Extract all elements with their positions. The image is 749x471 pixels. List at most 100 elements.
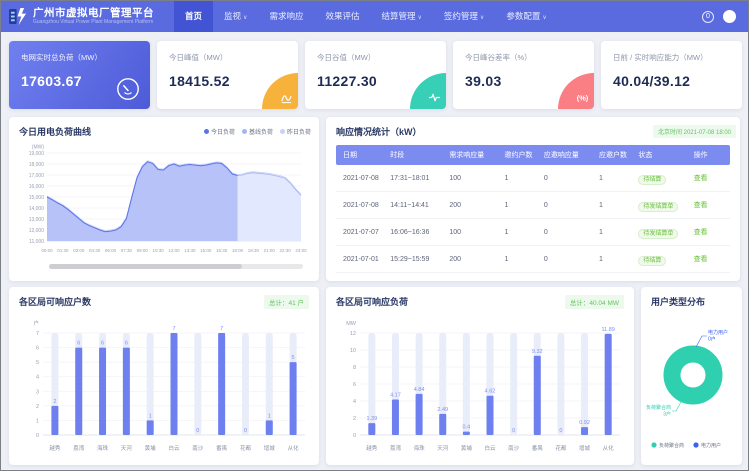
status-badge: 待结算: [638, 256, 666, 266]
svg-text:荔湾: 荔湾: [390, 444, 402, 452]
status-badge: 待结算: [638, 175, 666, 185]
notification-count-badge[interactable]: 0: [702, 11, 714, 23]
respondable-users-card: 各区局可响应户数 总计：41 户 01234567户2越秀6荔湾6海珠6天河1黄…: [9, 287, 319, 465]
table-cell: 15:29~15:59: [387, 246, 446, 273]
svg-text:越秀: 越秀: [49, 444, 61, 452]
kpi-label: 今日峰值（MW）: [169, 52, 286, 63]
svg-text:白云: 白云: [168, 444, 180, 452]
nav-item-settlement[interactable]: 结算管理∨: [370, 1, 432, 32]
kpi-row: 电网实时总负荷（MW） 17603.67 今日峰值（MW） 18415.52 今…: [9, 41, 742, 109]
respondable-load-chart: 024681012MW1.39越秀4.17荔湾4.84海珠2.49天河0.4黄埔…: [334, 317, 624, 459]
svg-text:天河: 天河: [121, 444, 133, 452]
svg-text:19:30: 19:30: [248, 248, 260, 253]
table-cell: 200: [446, 246, 501, 273]
svg-text:0户: 0户: [708, 336, 716, 343]
table-cell: 100: [446, 165, 501, 192]
svg-text:10:30: 10:30: [152, 248, 164, 253]
user-avatar[interactable]: [723, 10, 736, 23]
table-cell: 1: [596, 246, 635, 273]
svg-text:黄埔: 黄埔: [461, 444, 473, 452]
total-load-badge: 总计：40.04 MW: [565, 295, 624, 309]
svg-text:6: 6: [77, 341, 80, 347]
nav-item-demand-response[interactable]: 需求响应: [258, 1, 314, 32]
view-link[interactable]: 查看: [694, 229, 708, 236]
svg-text:天河: 天河: [437, 444, 449, 452]
table-cell: 0: [541, 219, 596, 246]
column-header: 时段: [387, 145, 446, 165]
svg-text:从化: 从化: [603, 444, 615, 452]
svg-text:海珠: 海珠: [414, 444, 426, 452]
svg-text:7: 7: [220, 326, 223, 332]
table-cell: 16:06~16:36: [387, 219, 446, 246]
svg-text:03:00: 03:00: [73, 248, 85, 253]
kpi-card-grid-realtime-load: 电网实时总负荷（MW） 17603.67: [9, 41, 150, 109]
column-header: 需求响应量: [446, 145, 501, 165]
svg-text:18:00: 18:00: [232, 248, 244, 253]
svg-text:负荷聚合商: 负荷聚合商: [646, 404, 671, 411]
table-cell: 14:11~14:41: [387, 192, 446, 219]
svg-text:5: 5: [292, 355, 295, 361]
svg-text:0: 0: [512, 428, 515, 434]
table-cell: 2021-07-08: [336, 165, 387, 192]
table-cell: 1: [596, 165, 635, 192]
kpi-card-response-capacity: 日前 / 实时响应能力（MW） 40.04/39.12: [601, 41, 742, 109]
svg-text:(MW): (MW): [32, 145, 45, 151]
svg-text:11,000: 11,000: [29, 239, 44, 245]
table-cell: 1: [501, 219, 540, 246]
table-row: 2021-07-0716:06~16:36100101待发结算单查看: [336, 219, 730, 246]
svg-text:24:00: 24:00: [295, 248, 307, 253]
column-header: 状态: [635, 145, 690, 165]
total-users-badge: 总计：41 户: [264, 295, 309, 309]
svg-text:9.32: 9.32: [532, 349, 543, 355]
app-title: 广州市虚拟电厂管理平台: [33, 8, 154, 19]
svg-text:4.84: 4.84: [414, 387, 425, 393]
legend-item[interactable]: 昨日负荷: [280, 127, 311, 136]
legend-item[interactable]: 今日负荷: [204, 127, 235, 136]
nav-item-home[interactable]: 首页: [174, 1, 213, 32]
svg-text:18,000: 18,000: [29, 162, 45, 168]
svg-text:从化: 从化: [288, 444, 300, 452]
response-stats-title: 响应情况统计（kW）: [336, 125, 422, 138]
chart-zoom-handle[interactable]: [49, 264, 242, 269]
legend-dot: [204, 129, 209, 134]
main-nav: 首页监视∨需求响应效果评估结算管理∨签约管理∨参数配置∨: [174, 1, 558, 32]
table-cell: 100: [446, 219, 501, 246]
nav-item-parameters[interactable]: 参数配置∨: [495, 1, 557, 32]
nav-item-contract[interactable]: 签约管理∨: [433, 1, 495, 32]
table-cell: 200: [446, 192, 501, 219]
kpi-card-today-valley: 今日谷值（MW） 11227.30: [305, 41, 446, 109]
view-link[interactable]: 查看: [694, 175, 708, 182]
svg-text:16,000: 16,000: [29, 184, 45, 190]
logo[interactable]: 广州市虚拟电厂管理平台 Guangzhou Virtual Power Plan…: [1, 8, 162, 25]
svg-text:1: 1: [149, 413, 152, 419]
status-badge: 待发结算单: [638, 229, 678, 239]
svg-text:电力用户: 电力用户: [708, 329, 728, 336]
svg-text:6: 6: [101, 341, 104, 347]
gauge-icon: [116, 77, 140, 101]
svg-text:3: 3: [36, 389, 39, 395]
svg-text:番禺: 番禺: [532, 445, 543, 452]
chart-zoom-scrollbar[interactable]: [49, 264, 303, 269]
view-link[interactable]: 查看: [694, 256, 708, 263]
svg-text:6: 6: [353, 382, 356, 388]
svg-text:荔湾: 荔湾: [73, 444, 85, 452]
response-table: 日期时段需求响应量邀约户数应邀响应量应邀户数状态操作2021-07-0817:3…: [336, 145, 730, 273]
nav-item-effect-evaluation[interactable]: 效果评估: [314, 1, 370, 32]
svg-text:花都: 花都: [555, 444, 567, 452]
svg-text:电力用户: 电力用户: [701, 442, 721, 449]
legend-item[interactable]: 基线负荷: [242, 127, 273, 136]
legend-label: 昨日负荷: [287, 127, 311, 136]
svg-text:白云: 白云: [484, 444, 496, 452]
svg-text:2: 2: [353, 416, 356, 422]
kpi-value: 40.04/39.12: [613, 73, 730, 89]
nav-item-monitoring[interactable]: 监视∨: [213, 1, 258, 32]
table-cell: 2021-07-08: [336, 192, 387, 219]
svg-text:4: 4: [36, 375, 39, 381]
svg-text:3户: 3户: [663, 411, 671, 418]
svg-text:13,000: 13,000: [29, 217, 45, 223]
view-link[interactable]: 查看: [694, 202, 708, 209]
respondable-users-title: 各区局可响应户数: [19, 295, 91, 308]
svg-text:0.92: 0.92: [579, 420, 590, 426]
load-curve-card: 今日用电负荷曲线 今日负荷基线负荷昨日负荷 19,00018,00017,000…: [9, 117, 319, 281]
table-cell: 2021-07-07: [336, 219, 387, 246]
